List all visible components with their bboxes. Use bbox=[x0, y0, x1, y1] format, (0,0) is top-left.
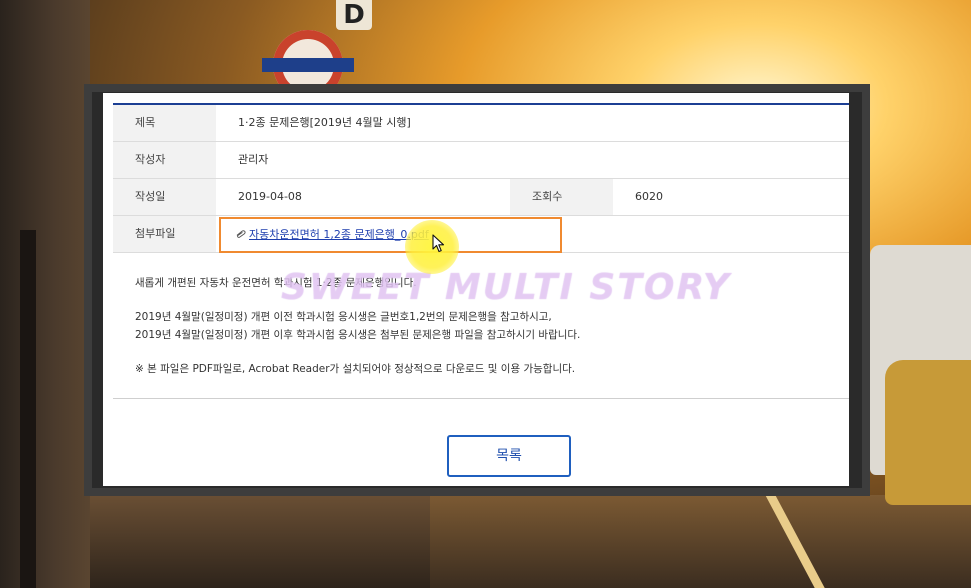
attachment-file-name: 자동차운전면허 1,2종 문제은행_0.pdf bbox=[249, 228, 429, 241]
content-line-3: 2019년 4월말(일정미정) 개편 이후 학과시험 응시생은 첨부된 문제은행… bbox=[135, 329, 581, 341]
post-title: 1·2종 문제은행[2019년 4월말 시행] bbox=[238, 116, 411, 129]
sidewalk bbox=[90, 495, 450, 588]
post-date-row: 작성일 2019-04-08 조회수 6020 bbox=[113, 179, 849, 216]
views-label: 조회수 bbox=[510, 179, 613, 215]
watermark: SWEET MULTI STORY bbox=[281, 267, 732, 308]
street-pole bbox=[20, 230, 36, 588]
district-sign: D bbox=[336, 0, 372, 30]
date-label: 작성일 bbox=[113, 179, 216, 215]
board-post-view: 제목 1·2종 문제은행[2019년 4월말 시행] 작성자 관리자 작성일 2… bbox=[103, 93, 849, 486]
post-author-row: 작성자 관리자 bbox=[113, 142, 849, 179]
parked-car bbox=[885, 360, 971, 505]
content-divider bbox=[113, 398, 849, 399]
author-label: 작성자 bbox=[113, 142, 216, 178]
road bbox=[430, 495, 971, 588]
post-views: 6020 bbox=[635, 190, 663, 203]
attachment-link[interactable]: 자동차운전면허 1,2종 문제은행_0.pdf bbox=[236, 226, 429, 242]
brick-wall bbox=[0, 0, 90, 588]
list-button[interactable]: 목록 bbox=[447, 435, 571, 477]
roundel-bar bbox=[262, 58, 354, 72]
post-author: 관리자 bbox=[238, 153, 269, 166]
mouse-pointer-icon bbox=[432, 234, 445, 253]
content-line-2: 2019년 4월말(일정미정) 개편 이전 학과시험 응시생은 글번호1,2번의… bbox=[135, 311, 552, 323]
attachment-label: 첨부파일 bbox=[113, 216, 216, 252]
content-note: ※ 본 파일은 PDF파일로, Acrobat Reader가 설치되어야 정상… bbox=[135, 363, 576, 375]
paperclip-icon bbox=[236, 230, 246, 238]
post-date: 2019-04-08 bbox=[238, 190, 302, 203]
title-label: 제목 bbox=[113, 105, 216, 141]
post-title-row: 제목 1·2종 문제은행[2019년 4월말 시행] bbox=[113, 105, 849, 142]
